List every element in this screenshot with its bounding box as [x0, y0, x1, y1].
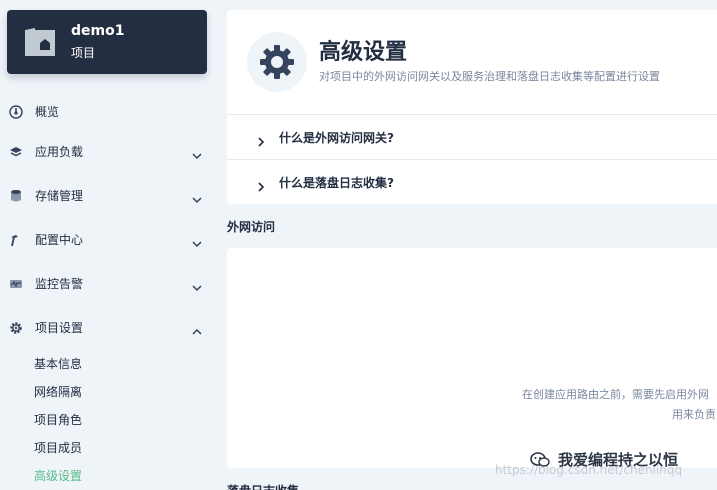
- faq-item-log-collection[interactable]: 什么是落盘日志收集?: [227, 159, 717, 204]
- section-title-external-access: 外网访问: [227, 220, 276, 234]
- external-access-card: 在创建应用路由之前，需要先启用外网 用来负责: [227, 248, 717, 468]
- sidebar-item-storage[interactable]: 存储管理: [0, 180, 215, 210]
- chevron-down-icon[interactable]: [192, 146, 202, 160]
- project-card[interactable]: demo1 项目: [7, 10, 207, 74]
- project-type: 项目: [71, 46, 96, 60]
- sidebar-item-workloads[interactable]: 应用负载: [0, 136, 215, 166]
- dashboard-icon: [9, 104, 23, 119]
- sub-item-project-roles[interactable]: 项目角色: [34, 411, 82, 428]
- wechat-icon: [529, 450, 551, 470]
- sidebar-item-label: 应用负载: [35, 145, 84, 159]
- watermark-text: 我爱编程持之以恒: [558, 451, 679, 469]
- gear-icon: [9, 320, 23, 334]
- sub-item-advanced-settings[interactable]: 高级设置: [34, 467, 82, 484]
- database-icon: [9, 188, 23, 202]
- project-name: demo1: [71, 23, 125, 39]
- settings-gear-icon: [247, 32, 307, 92]
- sidebar-item-overview[interactable]: 概览: [0, 96, 215, 126]
- sidebar-item-monitoring[interactable]: 监控告警: [0, 268, 215, 298]
- faq-item-gateway[interactable]: 什么是外网访问网关?: [227, 114, 717, 159]
- empty-state-text: 用来负责: [672, 408, 716, 421]
- layers-icon: [9, 144, 23, 158]
- hammer-icon: [9, 232, 23, 247]
- chevron-down-icon[interactable]: [192, 278, 202, 292]
- project-icon: [23, 26, 57, 58]
- header-card: 高级设置 对项目中的外网访问网关以及服务治理和落盘日志收集等配置进行设置 什么是…: [227, 10, 717, 204]
- sidebar-item-label: 监控告警: [35, 277, 84, 291]
- page-title: 高级设置: [319, 40, 408, 65]
- chevron-right-icon: [256, 177, 266, 192]
- sidebar-item-label: 概览: [35, 105, 60, 119]
- sidebar-item-project-settings[interactable]: 项目设置: [0, 312, 215, 342]
- faq-label: 什么是落盘日志收集?: [279, 176, 394, 190]
- sidebar-item-label: 项目设置: [35, 321, 84, 335]
- chevron-up-icon[interactable]: [192, 322, 202, 335]
- chevron-down-icon[interactable]: [192, 234, 202, 248]
- sidebar-item-config[interactable]: 配置中心: [0, 224, 215, 254]
- page-description: 对项目中的外网访问网关以及服务治理和落盘日志收集等配置进行设置: [319, 70, 660, 83]
- monitor-icon: [9, 276, 23, 290]
- faq-label: 什么是外网访问网关?: [279, 131, 394, 145]
- sub-item-network-isolation[interactable]: 网络隔离: [34, 383, 82, 400]
- section-title-log-collection: 落盘日志收集: [227, 482, 299, 490]
- empty-state-text: 在创建应用路由之前，需要先启用外网: [522, 388, 709, 401]
- chevron-down-icon[interactable]: [192, 190, 202, 204]
- sidebar-item-label: 存储管理: [35, 189, 84, 203]
- sub-item-basic-info[interactable]: 基本信息: [34, 355, 82, 372]
- sub-item-project-members[interactable]: 项目成员: [34, 439, 82, 456]
- sidebar-item-label: 配置中心: [35, 233, 84, 247]
- chevron-right-icon: [256, 132, 266, 147]
